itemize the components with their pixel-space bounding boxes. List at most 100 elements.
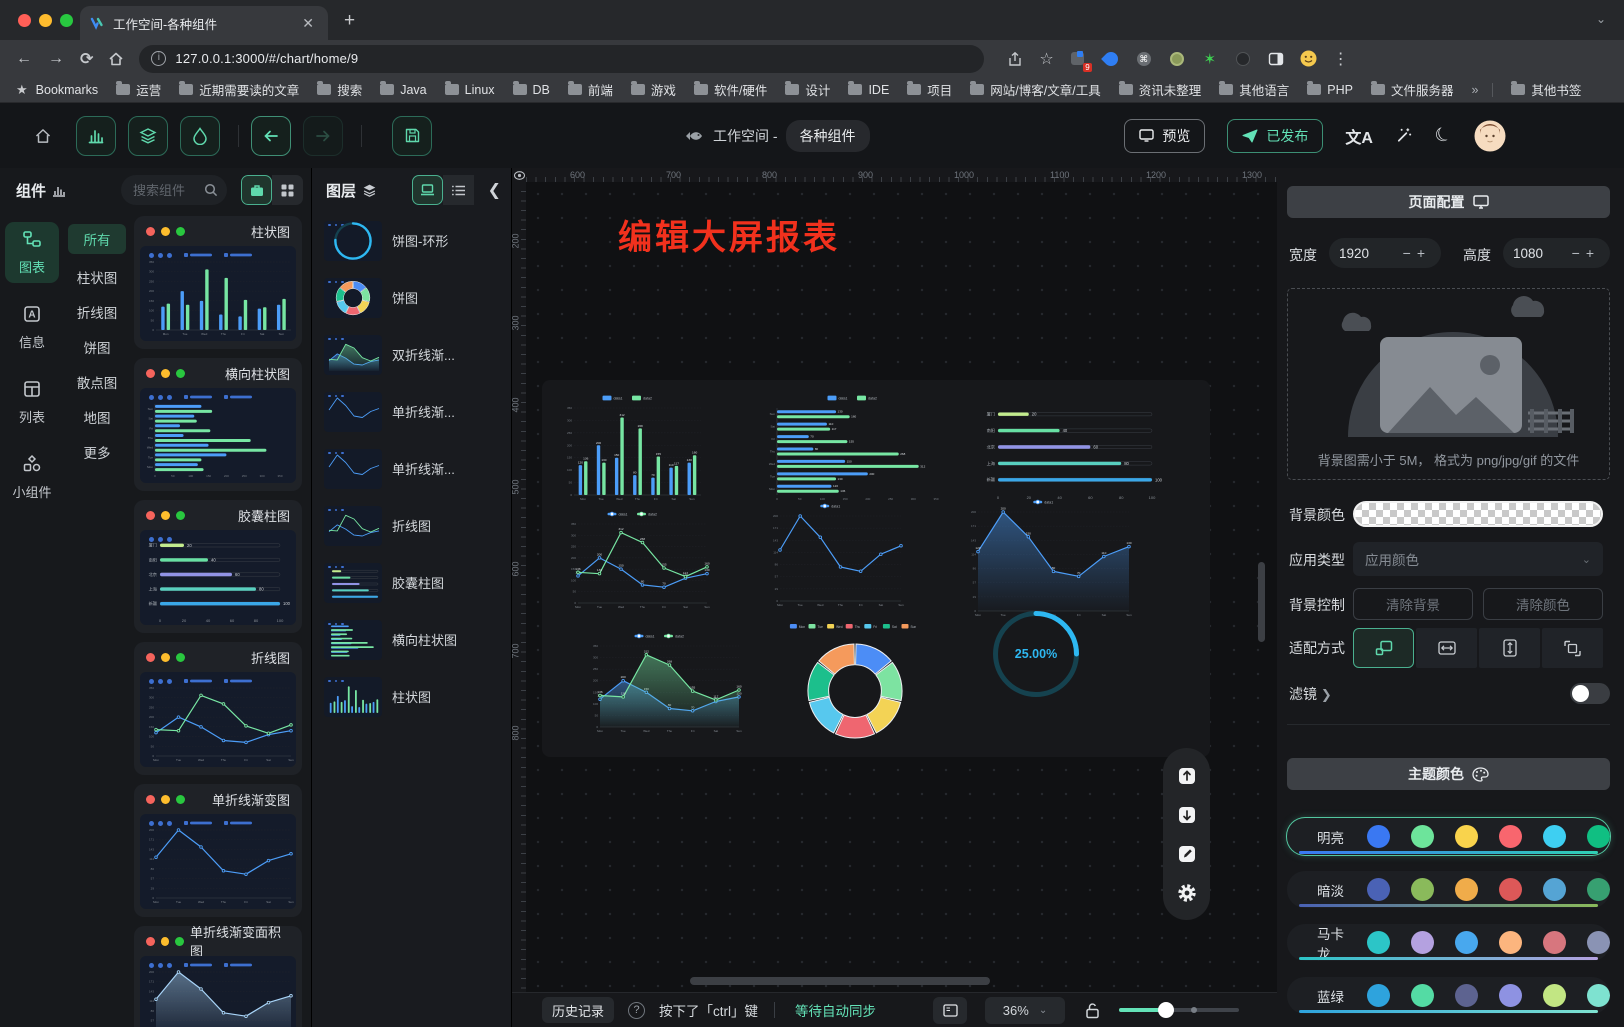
layer-item[interactable]: 柱状图 bbox=[312, 668, 511, 725]
canvas-chart-bar-grouped[interactable]: data1data2050100150200250300350120136Mon… bbox=[558, 392, 706, 506]
components-toggle-button[interactable] bbox=[76, 116, 116, 156]
width-stepper[interactable]: 1920 −+ bbox=[1329, 238, 1441, 268]
clear-color-button[interactable]: 清除颜色 bbox=[1483, 588, 1603, 620]
fit-stretch-button[interactable] bbox=[1542, 628, 1603, 668]
bookmark-item[interactable]: 游戏 bbox=[631, 80, 676, 99]
chevron-right-icon[interactable]: ❯ bbox=[1321, 687, 1332, 702]
canvas-board[interactable]: data1data2050100150200250300350120136Mon… bbox=[542, 380, 1210, 757]
editor-canvas[interactable]: 6007008009001000110012001300 20030040050… bbox=[512, 168, 1277, 1027]
layer-item[interactable]: 双折线渐... bbox=[312, 326, 511, 383]
bookmark-item[interactable]: 软件/硬件 bbox=[694, 80, 767, 99]
bookmarks-star-icon[interactable]: ★ bbox=[16, 82, 28, 98]
bookmark-item[interactable]: 资讯未整理 bbox=[1119, 80, 1202, 99]
magic-wand-icon[interactable] bbox=[1395, 127, 1413, 145]
extension-command-icon[interactable]: ⌘ bbox=[1135, 50, 1153, 68]
site-info-icon[interactable]: i bbox=[151, 51, 166, 66]
bookmarks-overflow[interactable]: » bbox=[1471, 83, 1478, 97]
save-button[interactable] bbox=[392, 116, 432, 156]
component-card[interactable]: 单折线渐变面积图0295786114143171200MonTueWedThuF… bbox=[134, 926, 302, 1027]
forward-icon[interactable]: → bbox=[48, 50, 64, 68]
bookmark-item[interactable]: 项目 bbox=[907, 80, 952, 99]
bookmark-item[interactable]: 设计 bbox=[785, 80, 830, 99]
fit-scale-button[interactable] bbox=[1353, 628, 1414, 668]
tab-search-caret-icon[interactable]: ⌄ bbox=[1596, 12, 1606, 26]
theme-row-马卡龙[interactable]: 马卡龙 bbox=[1287, 924, 1610, 961]
category-柱状图[interactable]: 柱状图 bbox=[68, 259, 126, 294]
settings-gear-button[interactable] bbox=[1175, 881, 1199, 905]
height-value[interactable]: 1080 bbox=[1513, 246, 1543, 261]
canvas-chart-line-single[interactable]: data10295786114143171200MonTueWedThuFriS… bbox=[764, 500, 906, 612]
lock-icon[interactable] bbox=[1083, 1001, 1101, 1019]
new-tab-button[interactable]: + bbox=[344, 10, 355, 32]
tab-close-icon[interactable]: ✕ bbox=[298, 15, 318, 32]
publish-button[interactable]: 已发布 bbox=[1227, 119, 1323, 153]
layers-thumbnail-toggle[interactable] bbox=[412, 175, 443, 205]
import-button[interactable] bbox=[1175, 803, 1199, 827]
component-card[interactable]: 折线图050100150200250300350MonTueWedThuFriS… bbox=[134, 642, 302, 775]
fit-width-button[interactable] bbox=[1416, 628, 1477, 668]
edit-button[interactable] bbox=[1175, 842, 1199, 866]
help-icon[interactable]: ? bbox=[628, 1002, 645, 1019]
bookmark-item[interactable]: 前端 bbox=[568, 80, 613, 99]
user-avatar[interactable] bbox=[1474, 120, 1506, 152]
bg-color-swatch[interactable] bbox=[1353, 501, 1603, 527]
layer-item[interactable]: 折线图 bbox=[312, 497, 511, 554]
bookmark-item[interactable]: 近期需要读的文章 bbox=[179, 80, 299, 99]
layer-item[interactable]: 饼图 bbox=[312, 269, 511, 326]
zoom-slider-knob[interactable] bbox=[1158, 1002, 1174, 1018]
bookmark-item[interactable]: 网站/博客/文章/工具 bbox=[970, 80, 1100, 99]
layer-item[interactable]: 单折线渐... bbox=[312, 440, 511, 497]
height-stepper[interactable]: 1080 −+ bbox=[1503, 238, 1610, 268]
theme-color-header[interactable]: 主题颜色 bbox=[1287, 758, 1610, 790]
bookmark-item[interactable]: IDE bbox=[848, 80, 889, 99]
layers-list-toggle[interactable] bbox=[443, 175, 474, 205]
canvas-chart-area-double[interactable]: data1data2050100150200250300350120200150… bbox=[584, 630, 744, 738]
workspace-name-pill[interactable]: 各种组件 bbox=[786, 120, 870, 152]
bookmark-item[interactable]: 其他语言 bbox=[1219, 80, 1289, 99]
canvas-chart-progress-ring[interactable]: 25.00% bbox=[990, 608, 1082, 700]
canvas-chart-pie-donut[interactable]: MonTueWedThuFriSatSun bbox=[775, 622, 935, 748]
canvas-text-element[interactable]: 编辑大屏报表 bbox=[618, 210, 840, 259]
history-button[interactable]: 历史记录 bbox=[542, 997, 614, 1023]
fit-height-button[interactable] bbox=[1479, 628, 1540, 668]
background-upload-dropzone[interactable]: 背景图需小于 5M， 格式为 png/jpg/gif 的文件 bbox=[1287, 288, 1610, 480]
traffic-minimize-icon[interactable] bbox=[39, 14, 52, 27]
rail-tab-信息[interactable]: A信息 bbox=[5, 297, 59, 358]
traffic-close-icon[interactable] bbox=[18, 14, 31, 27]
collapse-panel-icon[interactable]: ❮ bbox=[488, 180, 501, 200]
extension-badge-icon[interactable]: 9 bbox=[1069, 50, 1087, 68]
layers-toggle-button[interactable] bbox=[128, 116, 168, 156]
bookmark-item[interactable]: PHP bbox=[1307, 80, 1353, 99]
canvas-chart-capsule[interactable]: 厦门20南阳40北京60上海80新疆100020406080100 bbox=[978, 398, 1168, 502]
extension-star-icon[interactable]: ✶ bbox=[1201, 50, 1219, 68]
preview-button[interactable]: 预览 bbox=[1124, 119, 1205, 153]
translate-icon[interactable]: 文A bbox=[1345, 124, 1373, 148]
extension-drop-icon[interactable] bbox=[1102, 50, 1120, 68]
category-地图[interactable]: 地图 bbox=[68, 399, 126, 434]
bookmark-star-icon[interactable]: ☆ bbox=[1039, 49, 1053, 69]
reload-icon[interactable]: ⟳ bbox=[80, 49, 93, 69]
zoom-select[interactable]: 36% ⌄ bbox=[985, 997, 1065, 1024]
bookmarks-label[interactable]: Bookmarks bbox=[36, 83, 99, 97]
category-更多[interactable]: 更多 bbox=[68, 434, 126, 469]
export-button[interactable] bbox=[1175, 764, 1199, 788]
extension-pin-icon[interactable] bbox=[1234, 50, 1252, 68]
bookmark-item[interactable]: DB bbox=[513, 80, 550, 99]
bookmark-item[interactable]: Java bbox=[380, 80, 426, 99]
ruler-corner[interactable] bbox=[512, 168, 526, 182]
browser-tab[interactable]: 工作空间-各种组件 ✕ bbox=[80, 6, 328, 40]
canvas-chart-line-gradient[interactable]: data102957861141431712001202001508070110… bbox=[962, 496, 1134, 622]
traffic-maximize-icon[interactable] bbox=[60, 14, 73, 27]
sidebar-toggle-icon[interactable] bbox=[1267, 50, 1285, 68]
layer-item[interactable]: 胶囊柱图 bbox=[312, 554, 511, 611]
theme-row-暗淡[interactable]: 暗淡 bbox=[1287, 871, 1610, 908]
profile-avatar-icon[interactable] bbox=[1300, 50, 1318, 68]
zoom-slider[interactable] bbox=[1119, 1002, 1239, 1018]
rail-tab-小组件[interactable]: 小组件 bbox=[5, 447, 59, 508]
canvas-chart-bar-horizontal[interactable]: data1data2050100150200250300350120136Mon… bbox=[762, 392, 952, 506]
stepper-minus-plus-icons[interactable]: −+ bbox=[1572, 245, 1600, 261]
stepper-minus-plus-icons[interactable]: −+ bbox=[1403, 245, 1431, 261]
canvas-chart-line-double[interactable]: data1data2050100150200250300350120200150… bbox=[562, 508, 712, 614]
browser-menu-icon[interactable]: ⋮ bbox=[1333, 49, 1349, 69]
extension-circle-icon[interactable] bbox=[1168, 50, 1186, 68]
